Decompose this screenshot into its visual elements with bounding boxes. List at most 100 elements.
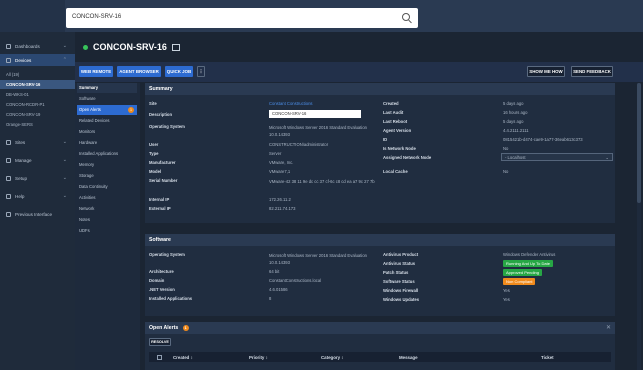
sidebar: Dashboards ⌄ Devices ⌃ All (19) CONCON-SRV…: [0, 32, 75, 370]
nav-item-notes[interactable]: Notes: [77, 215, 137, 225]
nav-item-monitors[interactable]: Monitors: [77, 127, 137, 137]
architecture-value: 64 bit: [269, 269, 280, 274]
software-heading: Software: [145, 234, 615, 246]
device-list-item[interactable]: Orange-SERS: [0, 120, 75, 129]
sw-operating-system-value: Microsoft Windows Server 2016 Standard E…: [269, 253, 367, 265]
more-options-button[interactable]: ⋮: [197, 66, 205, 77]
close-icon[interactable]: ✕: [606, 324, 611, 331]
domain-label: Domain: [149, 278, 165, 283]
column-priority[interactable]: Priority ↕: [249, 355, 268, 360]
switch-icon: [6, 211, 11, 217]
description-field[interactable]: CONCON-SRV-16: [269, 110, 361, 118]
device-list-item[interactable]: CONCON-RCDR-P1: [0, 100, 75, 109]
search-icon[interactable]: [402, 13, 410, 21]
sidebar-item-sites[interactable]: Sites ⌄: [0, 136, 75, 148]
device-section-nav: Summary Software Open Alerts 1 Related De…: [75, 83, 140, 370]
manufacturer-value: VMware, Inc.: [269, 160, 294, 165]
last-reboot-label: Last Reboot: [383, 119, 408, 124]
user-value: CONSTRUCTION\administrator: [269, 142, 329, 147]
devices-icon: [6, 57, 11, 63]
alerts-count-badge: 1: [128, 107, 134, 113]
quick-job-button[interactable]: QUICK JOB: [165, 66, 193, 77]
last-audit-label: Last Audit: [383, 110, 404, 115]
serial-number-value: VMware-42 38 11 9e dc cc 37 cf-6c c8 cd …: [269, 179, 375, 184]
select-value: - Localhost: [505, 155, 526, 160]
scrollbar-thumb[interactable]: [637, 83, 641, 203]
patch-status-label: Patch Status: [383, 270, 409, 275]
nav-item-software[interactable]: Software: [77, 94, 137, 104]
architecture-label: Architecture: [149, 269, 174, 274]
device-list-item[interactable]: CONCON-SRV-16: [0, 80, 75, 89]
operating-system-label: Operating System: [149, 124, 185, 129]
assigned-network-node-select[interactable]: - Localhost ⌄: [501, 153, 613, 161]
open-alerts-heading: Open Alerts: [149, 325, 179, 331]
antivirus-status-badge: Running And Up To Date: [503, 260, 553, 267]
site-link[interactable]: Constant Constructions: [269, 101, 313, 106]
column-created[interactable]: Created ↕: [173, 355, 193, 360]
nav-item-installed-applications[interactable]: Installed Applications: [77, 149, 137, 159]
dashboard-icon: [6, 43, 11, 49]
page-title-row: CONCON-SRV-16: [83, 41, 180, 53]
id-value: 0815421b-d474-cae9-1a77-36eab613c373: [503, 137, 583, 142]
sidebar-item-help[interactable]: Help ⌄: [0, 190, 75, 202]
search-input[interactable]: CONCON-SRV-16: [66, 8, 418, 28]
logo-area: [0, 0, 65, 32]
column-message: Message: [399, 354, 418, 360]
sw-operating-system-label: Operating System: [149, 252, 185, 257]
nav-item-hardware[interactable]: Hardware: [77, 138, 137, 148]
external-ip-value: 82.211.74.173: [269, 206, 296, 211]
sidebar-item-dashboards[interactable]: Dashboards ⌄: [0, 40, 75, 52]
resolve-button[interactable]: RESOLVE: [149, 338, 171, 346]
column-ticket: Ticket: [541, 354, 554, 360]
manage-icon: [6, 157, 11, 163]
sidebar-item-previous-interface[interactable]: Previous Interface: [0, 208, 75, 220]
nav-item-storage[interactable]: Storage: [77, 171, 137, 181]
description-label: Description: [149, 112, 173, 117]
device-grid-icon[interactable]: [171, 43, 180, 51]
model-label: Model: [149, 169, 162, 174]
sidebar-item-label: Devices: [15, 57, 32, 63]
sidebar-item-label: Dashboards: [15, 43, 40, 49]
nav-item-label: Open Alerts: [79, 107, 101, 112]
model-value: VMware7,1: [269, 169, 291, 174]
sidebar-item-setup[interactable]: Setup ⌄: [0, 172, 75, 184]
nav-item-activities[interactable]: Activities: [77, 193, 137, 203]
web-remote-button[interactable]: WEB REMOTE: [79, 66, 113, 77]
scrollbar[interactable]: [637, 83, 641, 370]
nav-item-network[interactable]: Network: [77, 204, 137, 214]
device-list-item[interactable]: All (19): [0, 70, 75, 79]
search-value: CONCON-SRV-16: [72, 14, 122, 20]
nav-item-open-alerts[interactable]: Open Alerts 1: [77, 105, 137, 115]
nav-item-udfs[interactable]: UDFs: [77, 226, 137, 236]
device-list-item[interactable]: DB-WKS-01: [0, 90, 75, 99]
nav-item-memory[interactable]: Memory: [77, 160, 137, 170]
summary-heading: Summary: [145, 83, 615, 95]
created-label: Created: [383, 101, 399, 106]
dotnet-version-value: 4.6.01586: [269, 287, 288, 292]
type-label: Type: [149, 151, 159, 156]
serial-number-label: Serial Number: [149, 178, 178, 183]
site-label: Site: [149, 101, 157, 106]
nav-item-data-continuity[interactable]: Data Continuity: [77, 182, 137, 192]
sidebar-item-label: Manage: [15, 157, 32, 163]
software-panel: Software Operating System Microsoft Wind…: [145, 234, 615, 316]
send-feedback-button[interactable]: SEND FEEDBACK: [571, 66, 613, 77]
device-list-item[interactable]: CONCON-SRV-19: [0, 110, 75, 119]
show-me-how-button[interactable]: SHOW ME HOW: [527, 66, 565, 77]
patch-status-badge: Approved Pending: [503, 269, 542, 276]
select-all-checkbox[interactable]: [157, 354, 162, 360]
column-category[interactable]: Category ↕: [321, 355, 343, 360]
chevron-down-icon: ⌄: [62, 139, 67, 145]
nav-item-summary[interactable]: Summary: [77, 83, 137, 93]
local-cache-label: Local Cache: [383, 169, 408, 174]
agent-browser-button[interactable]: AGENT BROWSER: [117, 66, 161, 77]
sidebar-item-manage[interactable]: Manage ⌄: [0, 154, 75, 166]
sites-icon: [6, 139, 11, 145]
sidebar-item-devices[interactable]: Devices ⌃: [0, 54, 75, 66]
external-ip-label: External IP: [149, 206, 171, 211]
software-status-badge: Non Compliant: [503, 278, 536, 285]
chevron-up-icon: ⌃: [62, 57, 67, 63]
nav-item-related-devices[interactable]: Related Devices: [77, 116, 137, 126]
open-alerts-count-badge: 1: [182, 324, 189, 331]
is-network-node-label: Is Network Node: [383, 146, 416, 151]
